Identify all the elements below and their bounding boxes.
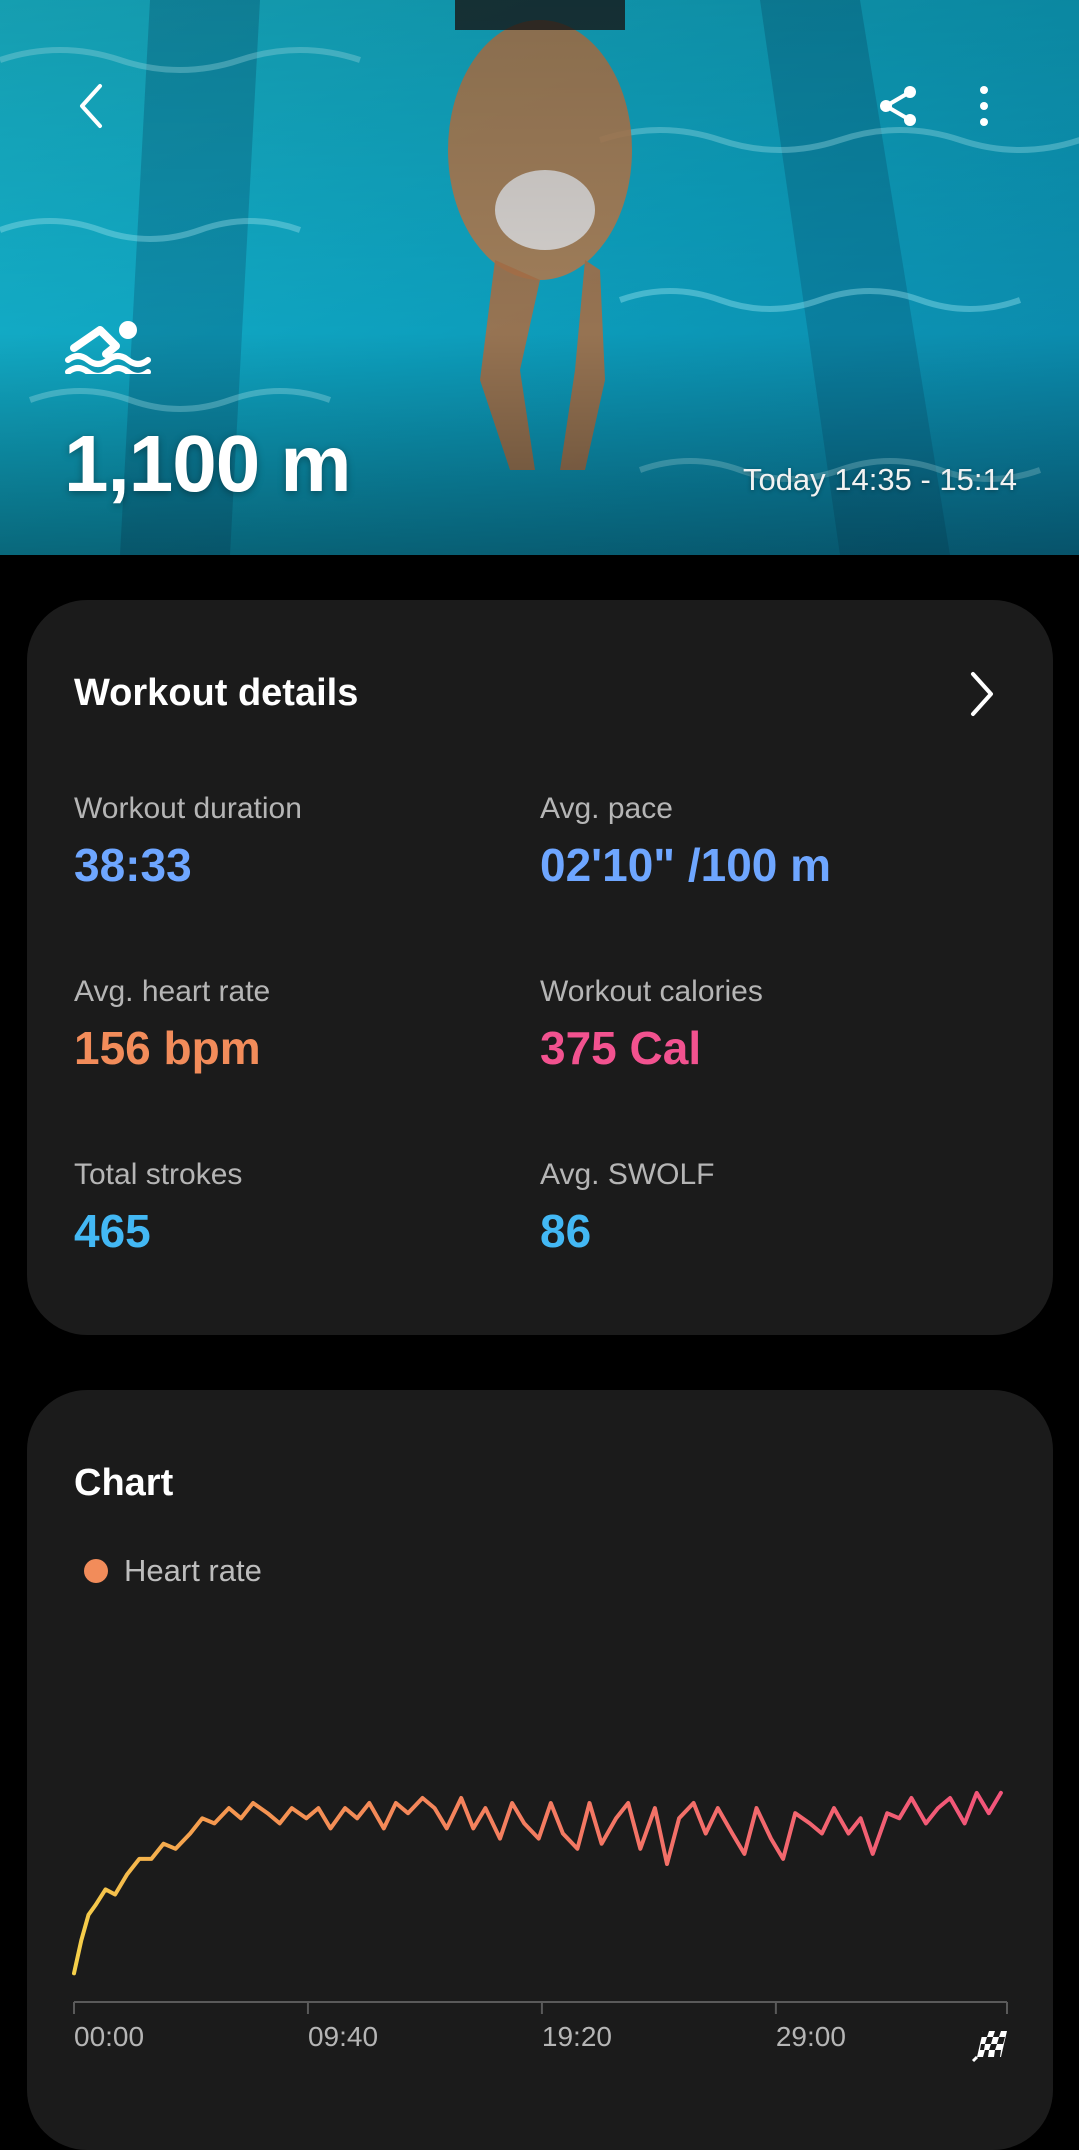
stat-avg-swolf: Avg. SWOLF 86 [540,1158,715,1258]
stat-label: Workout duration [74,792,302,825]
workout-distance: 1,100 m [64,419,352,508]
more-vertical-icon [980,86,988,126]
stat-total-strokes: Total strokes 465 [74,1158,242,1258]
stat-value: 86 [540,1205,592,1257]
heart-rate-chart: 00:00 09:40 19:20 29:00 [72,1790,1008,2063]
share-icon [880,86,916,126]
x-tick-label: 00:00 [74,2021,144,2052]
back-button[interactable] [56,70,128,142]
stat-value: 02'10" /100 m [540,839,832,891]
hero-banner: 1,100 m Today 14:35 - 15:14 [0,0,1079,555]
swimming-icon [65,321,151,374]
x-tick-label: 19:20 [542,2021,612,2052]
stat-label: Avg. heart rate [74,975,271,1008]
stat-value: 465 [74,1205,151,1257]
stat-value: 375 Cal [540,1022,702,1074]
workout-details-card[interactable]: Workout details Workout duration 38:33 A… [27,600,1053,1335]
stat-avg-pace: Avg. pace 02'10" /100 m [540,792,831,892]
workout-details-title: Workout details [74,672,359,714]
stat-label: Workout calories [540,975,763,1008]
chevron-right-icon[interactable] [961,666,1001,722]
stat-value: 38:33 [74,839,192,891]
stat-workout-duration: Workout duration 38:33 [74,792,302,892]
workout-time-range: Today 14:35 - 15:14 [742,462,1017,497]
finish-flag-icon [971,2031,1007,2063]
stat-label: Avg. SWOLF [540,1158,715,1191]
stat-label: Total strokes [74,1158,243,1191]
stat-label: Avg. pace [540,792,673,825]
heart-rate-series-line [72,1790,1003,1976]
stat-value: 156 bpm [74,1022,261,1074]
more-options-button[interactable] [948,70,1020,142]
chart-card: Chart Heart rate 00:00 09:40 19:20 29:00 [27,1390,1053,2150]
chevron-left-icon [80,84,102,128]
x-tick-label: 29:00 [776,2021,846,2052]
share-button[interactable] [862,70,934,142]
stat-workout-calories: Workout calories 375 Cal [540,975,763,1075]
x-tick-label: 09:40 [308,2021,378,2052]
stat-avg-heart-rate: Avg. heart rate 156 bpm [74,975,270,1075]
